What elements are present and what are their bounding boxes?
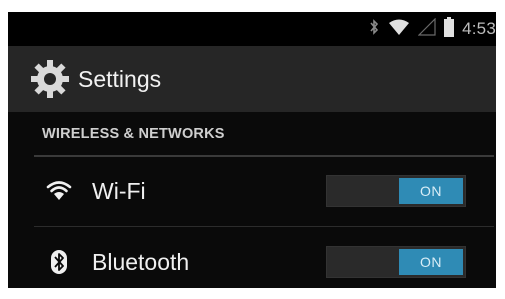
signal-icon <box>417 17 436 41</box>
status-icons: 4:53 <box>368 12 496 46</box>
wifi-toggle[interactable]: ON <box>326 175 466 207</box>
android-screen: 4:53 Settings WIRELESS & NETWORKS Wi-Fi … <box>8 12 496 288</box>
battery-icon <box>444 16 455 42</box>
bluetooth-label: Bluetooth <box>92 248 190 275</box>
settings-gear-icon[interactable] <box>28 57 72 101</box>
page-title: Settings <box>78 65 162 92</box>
action-bar: Settings <box>8 46 496 112</box>
wifi-toggle-thumb: ON <box>399 178 463 204</box>
bluetooth-toggle-thumb: ON <box>399 249 463 275</box>
settings-item-bluetooth[interactable]: Bluetooth ON <box>8 227 496 288</box>
status-time: 4:53 <box>462 19 496 38</box>
bluetooth-toggle[interactable]: ON <box>326 246 466 278</box>
bluetooth-icon <box>44 247 74 277</box>
settings-list: WIRELESS & NETWORKS Wi-Fi ON Bluetooth O… <box>8 112 496 288</box>
wifi-icon <box>44 176 74 206</box>
wifi-status-icon <box>388 18 410 41</box>
section-title: WIRELESS & NETWORKS <box>42 126 225 142</box>
bluetooth-status-icon <box>368 18 380 41</box>
status-bar: 4:53 <box>8 12 496 46</box>
section-header: WIRELESS & NETWORKS <box>8 112 496 157</box>
settings-item-wifi[interactable]: Wi-Fi ON <box>8 156 496 226</box>
wifi-label: Wi-Fi <box>92 177 146 204</box>
